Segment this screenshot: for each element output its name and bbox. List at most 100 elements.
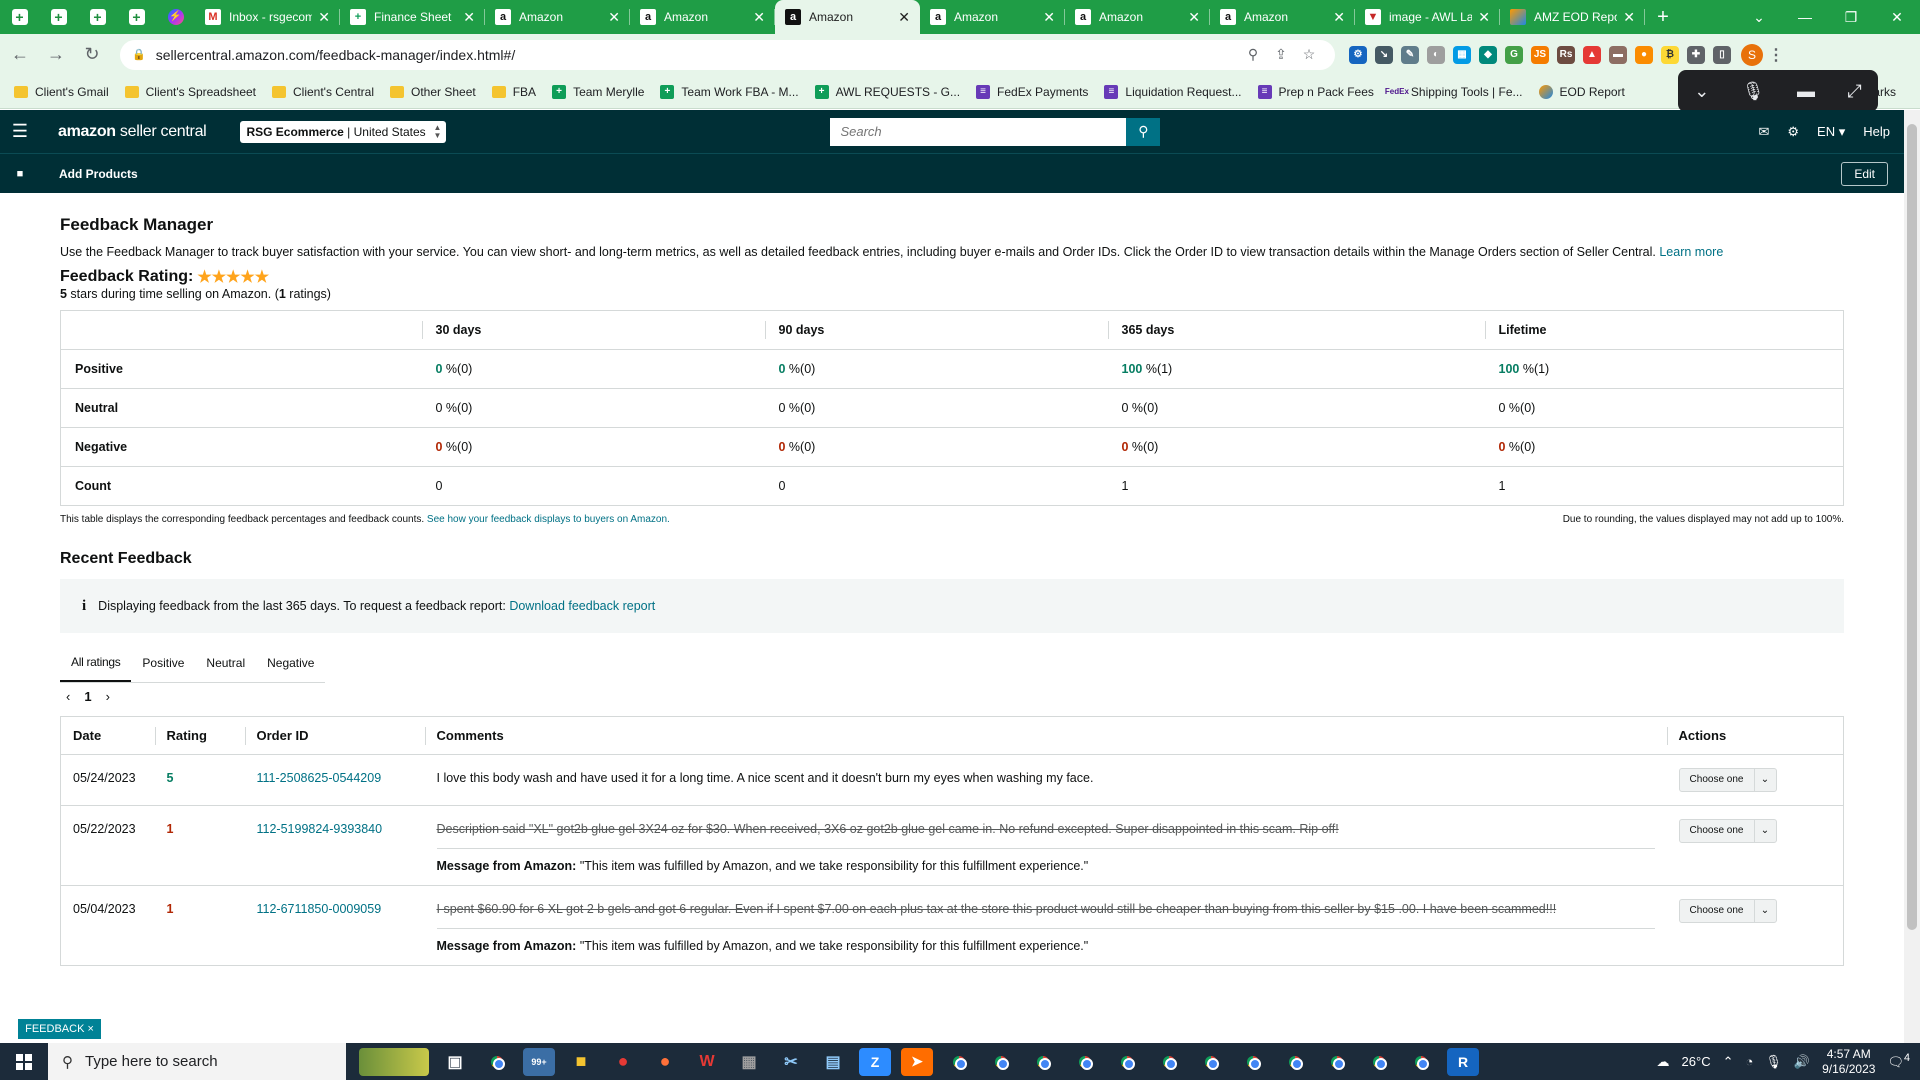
extension-icon[interactable]: Rs <box>1557 45 1575 64</box>
tab-negative[interactable]: Negative <box>256 644 325 682</box>
taskbar-app-thumbnail[interactable] <box>359 1047 429 1076</box>
close-tab-icon[interactable]: ✕ <box>1333 9 1345 26</box>
close-tab-icon[interactable]: ✕ <box>1478 9 1490 26</box>
bookmark-item[interactable]: ≡ FedEx Payments <box>976 84 1088 99</box>
extension-icon[interactable]: ✎ <box>1401 45 1419 64</box>
tab-positive[interactable]: Positive <box>131 644 195 682</box>
file-explorer-icon[interactable]: ■ <box>565 1048 597 1076</box>
start-button[interactable] <box>0 1043 48 1080</box>
hamburger-menu-icon[interactable]: ☰ <box>0 121 40 142</box>
zoom-icon[interactable]: ⚲ <box>1239 46 1267 63</box>
browser-tab[interactable]: a Amazon ✕ <box>775 0 920 34</box>
share-icon[interactable]: ⇪ <box>1267 46 1295 63</box>
edit-button[interactable]: Edit <box>1841 161 1888 186</box>
network-icon[interactable]: ◔ <box>1746 1054 1754 1069</box>
bookmark-icon[interactable]: ■ <box>0 168 40 180</box>
bookmark-item[interactable]: Client's Gmail <box>14 85 109 99</box>
close-window-button[interactable]: ✕ <box>1874 0 1920 34</box>
notepad-icon[interactable]: ▤ <box>817 1048 849 1076</box>
bookmark-item[interactable]: + Team Merylle <box>552 84 644 99</box>
scrollbar-thumb[interactable] <box>1907 124 1917 930</box>
side-panel-icon[interactable]: ▯ <box>1713 45 1731 64</box>
bookmark-item[interactable]: FedEx Shipping Tools | Fe... <box>1385 85 1523 99</box>
bookmark-item[interactable]: Other Sheet <box>390 85 476 99</box>
weather-temp[interactable]: 26°C <box>1682 1054 1711 1069</box>
taskbar-search[interactable]: ⚲ Type here to search <box>48 1043 346 1080</box>
next-page-icon[interactable]: › <box>106 689 110 704</box>
menu-kebab-icon[interactable]: ⋮ <box>1767 46 1785 64</box>
feedback-display-link[interactable]: See how your feedback displays to buyers… <box>427 514 670 525</box>
search-button[interactable]: ⚲ <box>1126 117 1161 146</box>
notification-icon[interactable]: 🗨4 <box>1887 1052 1910 1070</box>
extension-icon[interactable]: ₿ <box>1661 45 1679 64</box>
collapse-icon[interactable]: ⌄ <box>1694 81 1709 102</box>
bookmark-item[interactable]: ≡ Liquidation Request... <box>1104 84 1242 99</box>
chrome-profile-icon[interactable] <box>1410 1051 1432 1073</box>
actions-dropdown[interactable]: Choose one ⌄ <box>1678 767 1777 792</box>
chrome-icon[interactable] <box>486 1051 508 1073</box>
bookmark-item[interactable]: Client's Central <box>272 85 374 99</box>
store-selector[interactable]: RSG Ecommerce | United States ▲ ▼ <box>240 120 447 143</box>
browser-tab[interactable]: M Inbox - rsgecom ✕ <box>195 0 340 34</box>
download-report-link[interactable]: Download feedback report <box>509 599 655 613</box>
minimize-button[interactable]: — <box>1782 0 1828 34</box>
browser-tab[interactable]: AMZ EOD Report ✕ <box>1500 0 1645 34</box>
mail-icon[interactable]: ✉ <box>1758 124 1769 140</box>
app-r-icon[interactable]: R <box>1447 1047 1479 1076</box>
close-tab-icon[interactable]: ✕ <box>608 9 620 26</box>
task-view-icon[interactable]: ▣ <box>439 1048 471 1076</box>
photos-app-icon[interactable]: ● <box>607 1048 639 1076</box>
pinned-tab[interactable]: ⚡ <box>156 0 195 34</box>
bookmark-item[interactable]: EOD Report <box>1538 84 1625 99</box>
bookmark-item[interactable]: FBA <box>491 85 536 99</box>
volume-icon[interactable]: 🔊 <box>1794 1054 1810 1070</box>
tab-neutral[interactable]: Neutral <box>195 644 256 682</box>
extension-icon[interactable]: ↘ <box>1375 45 1393 64</box>
learn-more-link[interactable]: Learn more <box>1659 245 1723 259</box>
tab-search-icon[interactable]: ⌄ <box>1736 0 1782 34</box>
pinned-tab[interactable]: + <box>78 0 117 34</box>
tray-overflow-icon[interactable]: ⌃ <box>1723 1054 1734 1070</box>
close-tab-icon[interactable]: ✕ <box>753 9 765 26</box>
clock[interactable]: 4:57 AM 9/16/2023 <box>1822 1047 1875 1077</box>
browser-tab[interactable]: a Amazon ✕ <box>485 0 630 34</box>
bookmark-item[interactable]: ≡ Prep n Pack Fees <box>1257 84 1374 99</box>
extension-icon[interactable]: JS <box>1531 45 1549 64</box>
extension-icon[interactable]: ▬ <box>1609 45 1627 64</box>
order-id-link[interactable]: 111-2508625-0544209 <box>257 771 382 785</box>
order-id-link[interactable]: 112-5199824-9393840 <box>257 822 383 836</box>
wps-office-icon[interactable]: W <box>691 1048 723 1076</box>
actions-dropdown[interactable]: Choose one ⌄ <box>1678 818 1777 843</box>
bookmark-star-icon[interactable]: ☆ <box>1295 46 1323 63</box>
forward-button[interactable]: → <box>40 39 72 71</box>
new-tab-button[interactable]: + <box>1645 0 1681 34</box>
browser-tab[interactable]: a Amazon ✕ <box>1065 0 1210 34</box>
bookmark-item[interactable]: + Team Work FBA - M... <box>660 84 799 99</box>
bookmark-item[interactable]: + AWL REQUESTS - G... <box>814 84 960 99</box>
browser-tab[interactable]: a Amazon ✕ <box>1210 0 1355 34</box>
chrome-profile-icon[interactable] <box>1368 1051 1390 1073</box>
page-number[interactable]: 1 <box>84 689 91 704</box>
tab-all-ratings[interactable]: All ratings <box>60 644 132 682</box>
calculator-icon[interactable]: ▦ <box>733 1048 765 1076</box>
reload-button[interactable]: ↻ <box>76 39 108 71</box>
weather-icon[interactable]: ☁ <box>1657 1054 1670 1070</box>
browser-tab[interactable]: a Amazon ✕ <box>630 0 775 34</box>
extension-icon[interactable]: ◐ <box>1427 45 1445 64</box>
help-link[interactable]: Help <box>1863 124 1890 139</box>
address-bar[interactable]: 🔒 sellercentral.amazon.com/feedback-mana… <box>120 39 1335 70</box>
chrome-profile-icon[interactable] <box>1326 1051 1348 1073</box>
close-tab-icon[interactable]: ✕ <box>1188 9 1200 26</box>
close-tab-icon[interactable]: ✕ <box>898 9 910 26</box>
extension-icon[interactable]: ◆ <box>1479 45 1497 64</box>
camera-icon[interactable]: ▬ <box>1797 81 1815 102</box>
close-tab-icon[interactable]: ✕ <box>1043 9 1055 26</box>
chrome-profile-icon[interactable] <box>1158 1051 1180 1073</box>
order-id-link[interactable]: 112-6711850-0009059 <box>257 902 382 916</box>
chrome-profile-icon[interactable] <box>1116 1051 1138 1073</box>
seller-central-logo[interactable]: amazon seller central <box>58 123 207 141</box>
zoom-app-icon[interactable]: Z <box>859 1047 891 1076</box>
mail-app-icon[interactable]: 99+ <box>523 1047 555 1076</box>
chrome-profile-icon[interactable] <box>990 1051 1012 1073</box>
page-scrollbar[interactable] <box>1904 110 1920 1043</box>
